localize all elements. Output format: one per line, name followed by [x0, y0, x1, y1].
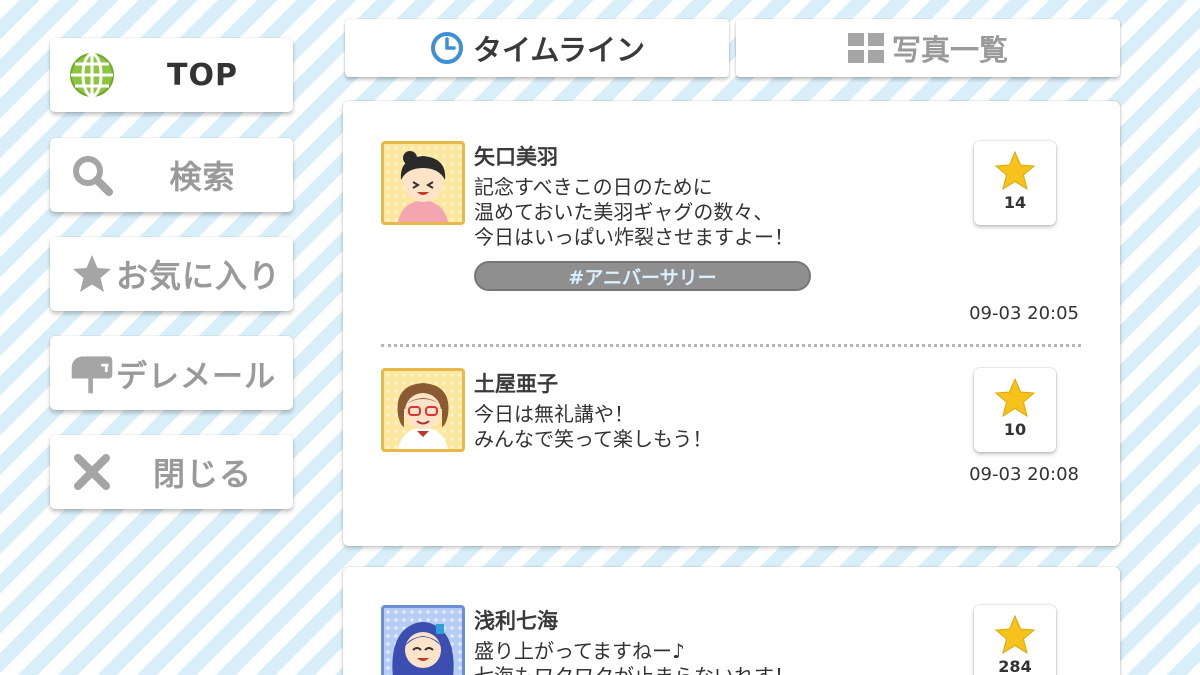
star-icon — [994, 377, 1036, 418]
like-button[interactable]: 14 — [974, 141, 1056, 225]
post-line: 七海もワクワクが止まらないれす！ — [474, 664, 794, 675]
tab-label: タイムライン — [473, 33, 645, 67]
star-icon — [994, 150, 1036, 191]
avatar[interactable] — [381, 141, 465, 225]
avatar[interactable] — [381, 368, 465, 452]
sidebar-item-close[interactable]: 閉じる — [50, 435, 293, 509]
like-count: 10 — [1003, 420, 1027, 439]
post-line: 記念すべきこの日のために — [474, 175, 713, 199]
sidebar-item-label: 検索 — [169, 158, 236, 196]
post-line: 温めておいた美羽ギャグの数々、 — [474, 200, 774, 224]
poster-name[interactable]: 土屋亜子 — [474, 368, 558, 398]
post-line: 盛り上がってますねー♪ — [474, 639, 685, 663]
grid-icon — [847, 30, 884, 66]
clock-icon — [429, 30, 465, 66]
like-count: 14 — [1003, 193, 1027, 212]
globe-icon — [68, 51, 116, 99]
like-count: 284 — [998, 657, 1032, 675]
timeline-post: 浅利七海 盛り上がってますねー♪ 七海もワクワクが止まらないれす！ 284 — [381, 605, 1081, 675]
timeline-post: 土屋亜子 今日は無礼講や！ みんなで笑って楽しもう！ 10 09-03 20:0… — [381, 368, 1081, 498]
post-timestamp: 09-03 20:05 — [969, 303, 1079, 324]
post-timestamp: 09-03 20:08 — [969, 464, 1079, 485]
sidebar-item-label: TOP — [167, 57, 238, 93]
sidebar-item-deremail[interactable]: デレメール — [50, 336, 293, 410]
search-icon — [68, 151, 116, 199]
poster-name[interactable]: 浅利七海 — [474, 605, 558, 635]
post-text: 盛り上がってますねー♪ 七海もワクワクが止まらないれす！ — [474, 639, 794, 675]
post-text: 記念すべきこの日のために 温めておいた美羽ギャグの数々、 今日はいっぱい炸裂させ… — [474, 175, 794, 250]
timeline-post: 矢口美羽 記念すべきこの日のために 温めておいた美羽ギャグの数々、 今日はいっぱ… — [381, 141, 1081, 331]
sidebar-item-search[interactable]: 検索 — [50, 138, 293, 212]
poster-name[interactable]: 矢口美羽 — [474, 141, 558, 171]
timeline-card: 浅利七海 盛り上がってますねー♪ 七海もワクワクが止まらないれす！ 284 — [343, 567, 1120, 675]
mailbox-icon — [68, 349, 116, 397]
sidebar-item-label: お気に入り — [116, 257, 282, 295]
star-icon — [994, 614, 1036, 655]
hashtag-button[interactable]: #アニバーサリー — [474, 261, 811, 291]
tab-label: 写真一覧 — [891, 33, 1008, 67]
close-icon — [68, 448, 116, 496]
post-line: みんなで笑って楽しもう！ — [474, 427, 713, 451]
sidebar-item-top[interactable]: TOP — [50, 38, 293, 112]
avatar[interactable] — [381, 605, 465, 675]
sidebar-item-label: 閉じる — [152, 455, 252, 493]
divider — [381, 344, 1081, 347]
sidebar-item-favorites[interactable]: お気に入り — [50, 237, 293, 311]
timeline-card: 矢口美羽 記念すべきこの日のために 温めておいた美羽ギャグの数々、 今日はいっぱ… — [343, 101, 1120, 546]
tab-photos[interactable]: 写真一覧 — [736, 19, 1120, 77]
like-button[interactable]: 284 — [974, 605, 1056, 675]
post-line: 今日はいっぱい炸裂させますよー！ — [474, 225, 794, 249]
post-text: 今日は無礼講や！ みんなで笑って楽しもう！ — [474, 402, 712, 452]
like-button[interactable]: 10 — [974, 368, 1056, 452]
post-line: 今日は無礼講や！ — [474, 402, 634, 426]
star-icon — [68, 250, 116, 298]
tab-timeline[interactable]: タイムライン — [345, 19, 729, 77]
sidebar-item-label: デレメール — [116, 358, 276, 395]
